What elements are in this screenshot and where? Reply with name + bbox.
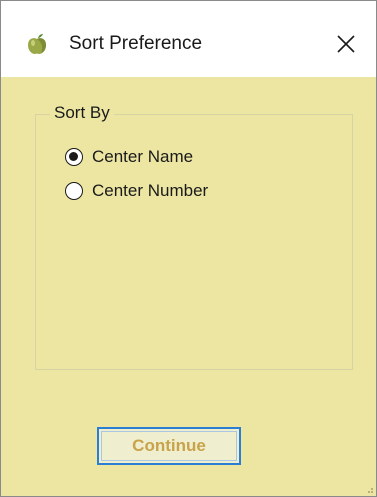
radio-dot (69, 152, 78, 161)
radio-label-center-name: Center Name (92, 147, 194, 166)
window-title: Sort Preference (69, 33, 203, 54)
close-icon (337, 35, 355, 53)
radio-button-selected[interactable] (65, 148, 83, 166)
sort-by-label: Sort By (50, 102, 114, 124)
sort-preference-dialog: Sort Preference Sort By Center Name Cent… (0, 0, 377, 497)
radio-center-name[interactable]: Center Name (65, 145, 193, 169)
radio-button-unselected[interactable] (65, 182, 83, 200)
continue-label: Continue (132, 436, 206, 455)
radio-center-number[interactable]: Center Number (65, 179, 208, 203)
radio-label-center-number: Center Number (92, 181, 209, 200)
close-button[interactable] (323, 23, 369, 65)
title-bar[interactable]: Sort Preference (1, 1, 376, 77)
apple-icon (28, 34, 46, 54)
continue-button[interactable]: Continue (97, 427, 241, 465)
resize-grip-icon[interactable] (364, 484, 374, 494)
